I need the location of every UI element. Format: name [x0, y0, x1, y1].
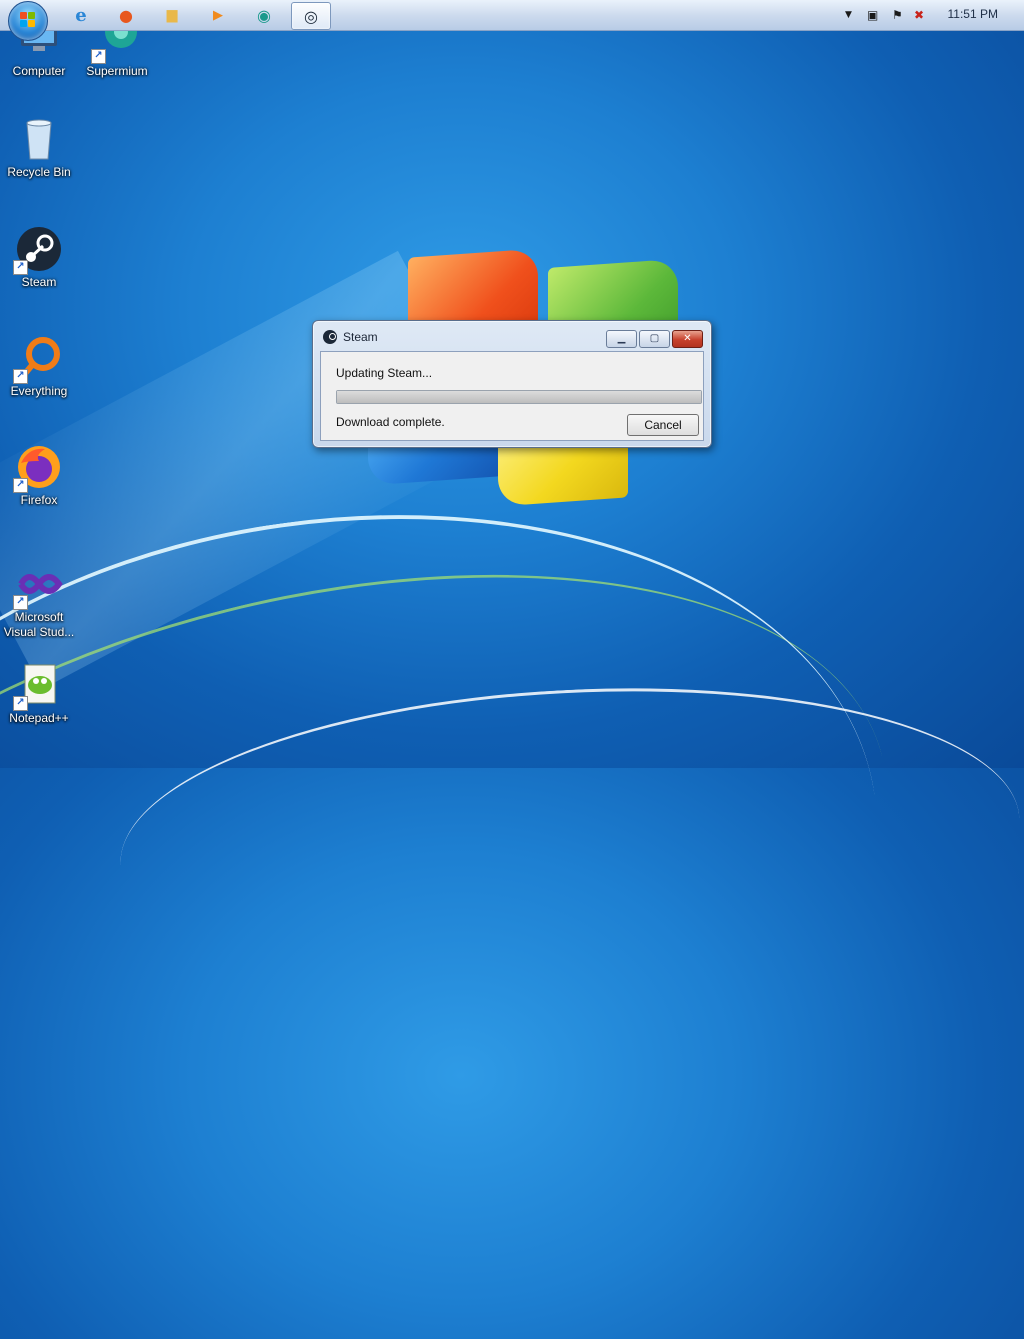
- desktop-icon-recycle-bin[interactable]: Recycle Bin: [0, 115, 78, 180]
- start-button[interactable]: [8, 1, 48, 41]
- desktop-icon-label: Recycle Bin: [7, 165, 71, 179]
- minimize-icon: ▁: [617, 333, 626, 344]
- volume-muted-icon: ✖: [914, 8, 925, 22]
- minimize-button[interactable]: ▁: [606, 330, 637, 348]
- taskbar-media-player-button[interactable]: ▶: [199, 2, 237, 28]
- dialog-titlebar[interactable]: Steam: [323, 328, 378, 346]
- taskbar-steam-button[interactable]: ◎: [291, 2, 331, 30]
- dialog-body: Updating Steam... Download complete. Can…: [320, 351, 704, 441]
- tray-network-icon[interactable]: ▣: [867, 0, 878, 30]
- desktop-icon-steam[interactable]: ↗ Steam: [0, 225, 78, 290]
- tray-volume-icon[interactable]: ✖: [914, 0, 924, 30]
- shortcut-arrow-icon: ↗: [13, 478, 28, 493]
- show-hidden-icons-button[interactable]: ▼: [845, 0, 852, 30]
- chevron-up-icon: ▼: [845, 10, 852, 20]
- tray-action-center-icon[interactable]: ⚑: [892, 0, 903, 30]
- shortcut-arrow-icon: ↗: [91, 49, 106, 64]
- dialog-title: Steam: [343, 330, 378, 344]
- taskbar-internet-explorer-button[interactable]: e: [62, 2, 100, 28]
- desktop-icon-firefox[interactable]: ↗ Firefox: [0, 443, 78, 508]
- visual-studio-icon: ↗: [13, 560, 63, 610]
- cancel-button[interactable]: Cancel: [627, 414, 699, 436]
- update-status-text: Updating Steam...: [336, 366, 433, 380]
- update-detail-text: Download complete.: [336, 415, 445, 429]
- notepad-plus-plus-icon: ↗: [13, 661, 63, 711]
- steam-icon: ◎: [304, 6, 318, 26]
- maximize-button[interactable]: ▢: [639, 330, 670, 348]
- file-explorer-icon: ▆: [166, 7, 178, 23]
- steam-icon: ↗: [13, 225, 63, 275]
- desktop-icon-label: Computer: [12, 64, 66, 78]
- shortcut-arrow-icon: ↗: [13, 595, 28, 610]
- everything-icon: ↗: [13, 334, 63, 384]
- network-icon: ▣: [867, 8, 879, 22]
- desktop-icon-label: Firefox: [20, 493, 58, 507]
- desktop-icon-notepad-plus-plus[interactable]: ↗ Notepad++: [0, 661, 78, 726]
- desktop-icon-label: Notepad++: [9, 711, 69, 725]
- flag-icon: ⚑: [892, 8, 903, 22]
- desktop-icon-everything[interactable]: ↗ Everything: [0, 334, 78, 399]
- taskbar: e ● ▆ ▶ ◉ ◎ ▼ ▣ ⚑ ✖ 11:51 PM: [0, 0, 1024, 41]
- maximize-icon: ▢: [649, 333, 660, 344]
- shortcut-arrow-icon: ↗: [13, 369, 28, 384]
- taskbar-supermium-button[interactable]: ◉: [245, 2, 283, 28]
- update-progress-bar: [336, 390, 702, 404]
- recycle-bin-icon: [15, 115, 63, 163]
- close-icon: ✕: [683, 333, 692, 344]
- shortcut-arrow-icon: ↗: [13, 260, 28, 275]
- firefox-icon: ↗: [13, 443, 63, 493]
- taskbar-clock[interactable]: 11:51 PM: [948, 7, 998, 21]
- internet-explorer-icon: e: [75, 4, 87, 26]
- desktop-icon-label: Everything: [10, 384, 68, 398]
- shortcut-arrow-icon: ↗: [13, 696, 28, 711]
- firefox-icon: ●: [119, 5, 133, 25]
- steam-update-dialog: Steam ▁ ▢ ✕ Updating Steam... Download c…: [312, 320, 712, 448]
- taskbar-firefox-button[interactable]: ●: [107, 2, 145, 28]
- desktop-icon-label: Microsoft Visual Stud...: [3, 610, 75, 639]
- desktop-icon-label: Steam: [21, 275, 57, 289]
- supermium-icon: ◉: [257, 5, 271, 25]
- windows-flag-icon: [20, 12, 36, 28]
- desktop-icon-label: Supermium: [86, 64, 148, 78]
- taskbar-file-explorer-button[interactable]: ▆: [153, 2, 191, 28]
- steam-icon: [323, 330, 337, 344]
- progress-fill: [337, 391, 701, 403]
- wallpaper-swirl: [112, 666, 1024, 1017]
- media-player-icon: ▶: [213, 7, 223, 23]
- close-button[interactable]: ✕: [672, 330, 703, 348]
- desktop-icon-visual-studio[interactable]: ↗ Microsoft Visual Stud...: [0, 560, 78, 640]
